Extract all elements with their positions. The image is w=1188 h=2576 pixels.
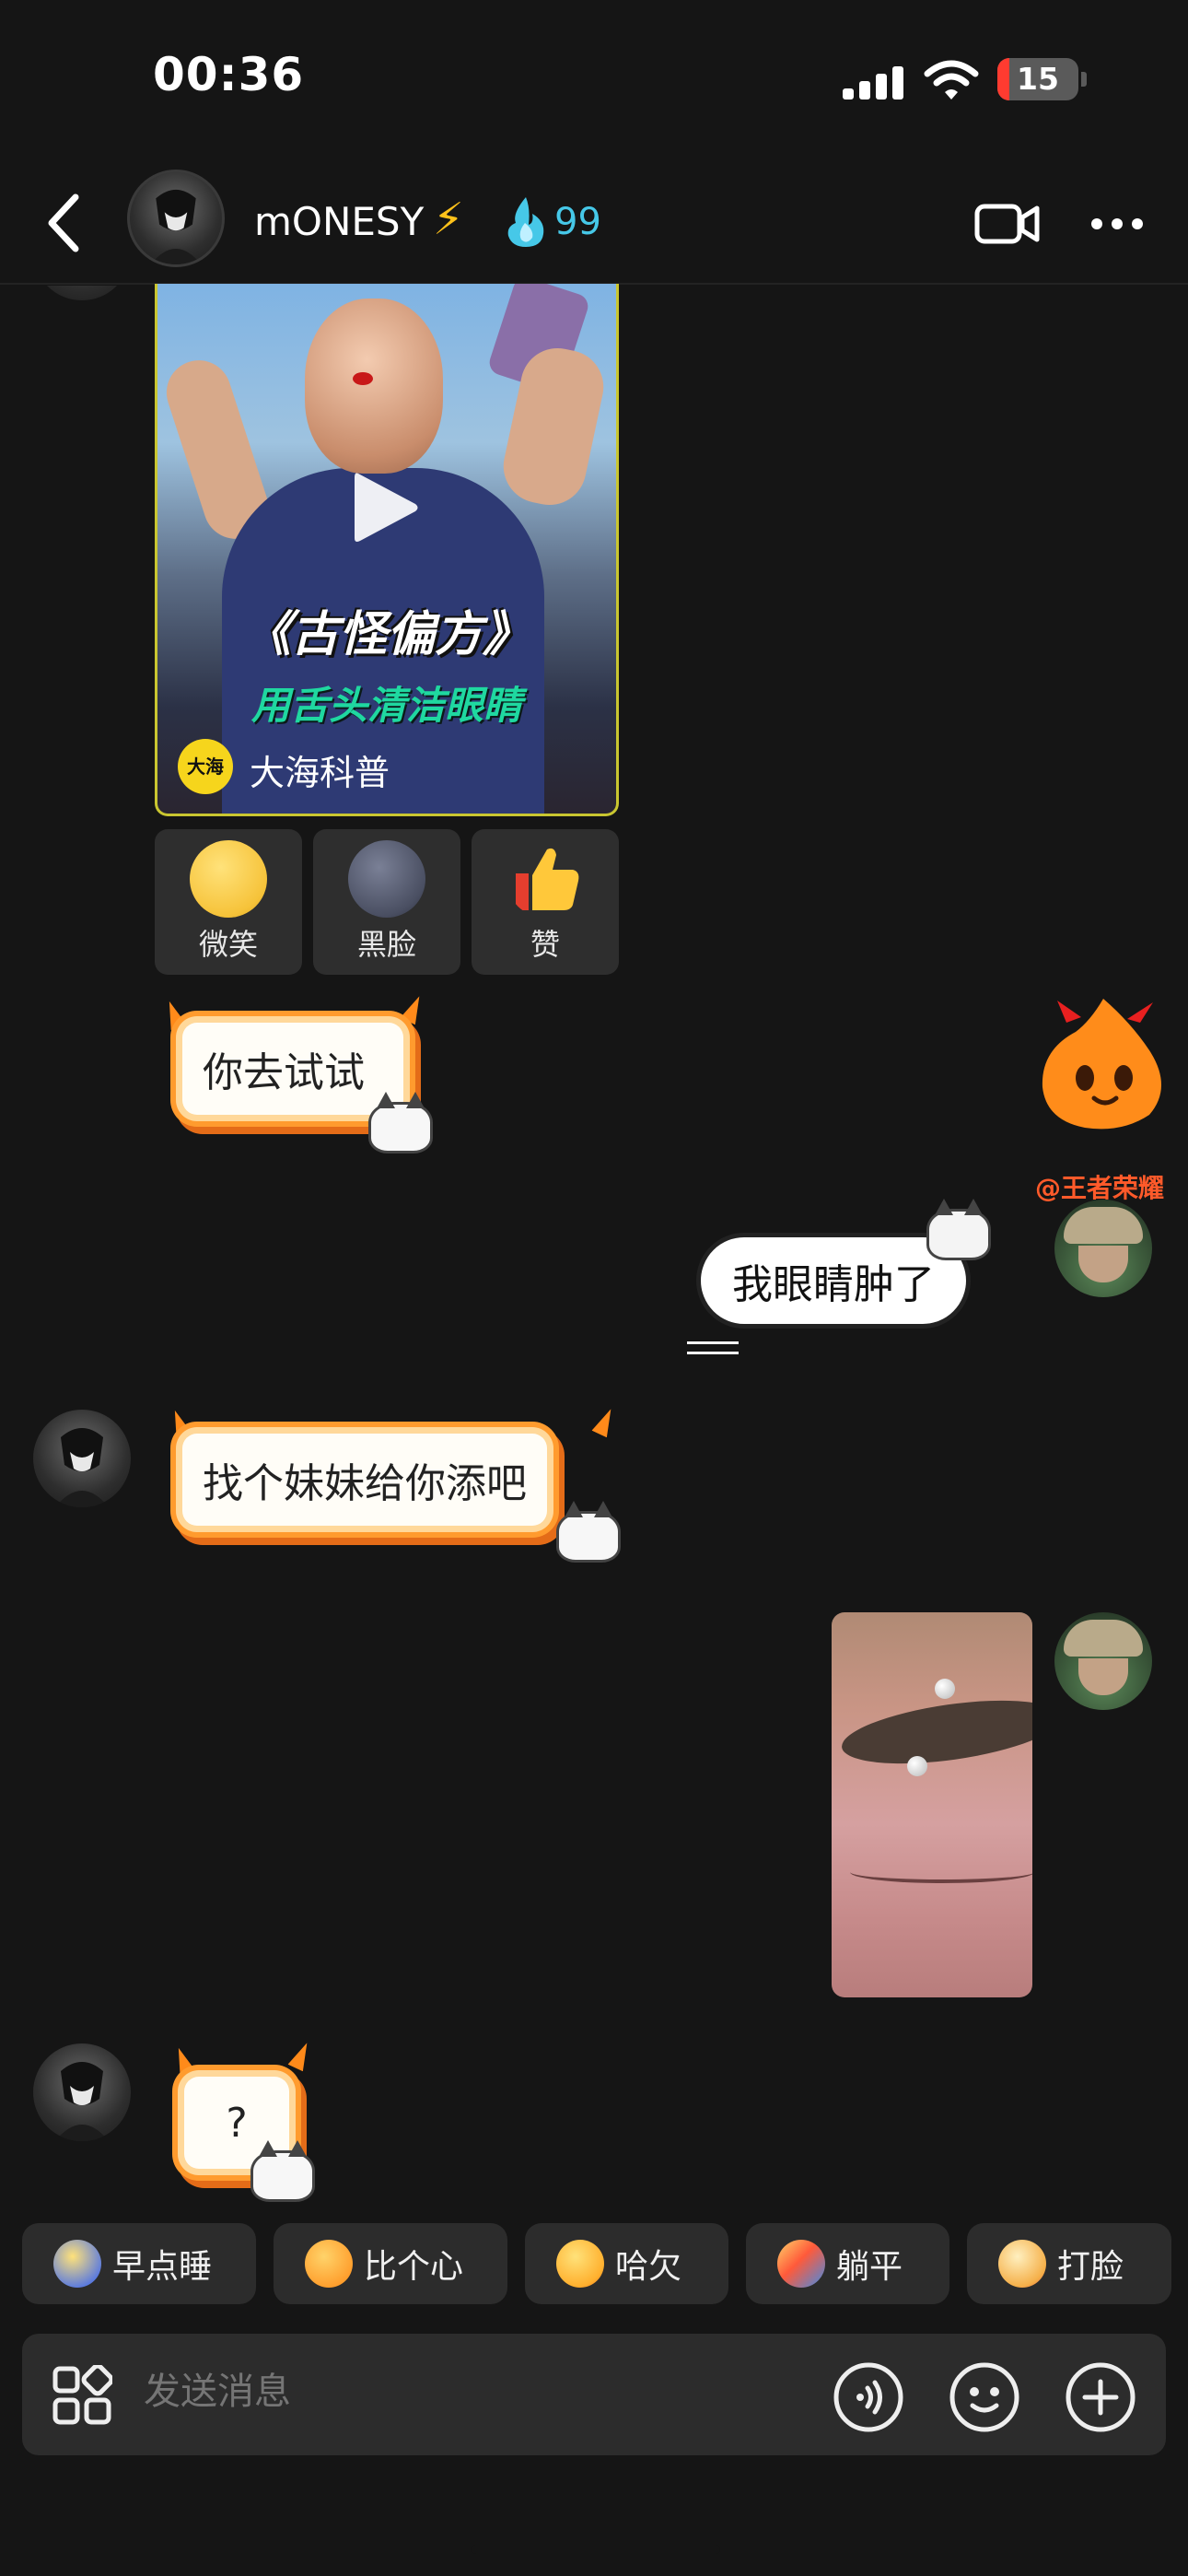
quick-reply-sleep-early[interactable]: 早点睡	[22, 2223, 256, 2304]
more-options-icon[interactable]	[1090, 217, 1144, 230]
contact-avatar[interactable]	[33, 1410, 131, 1507]
apps-grid-icon[interactable]	[52, 2365, 112, 2426]
flame-spark-decoration	[161, 999, 186, 1030]
voice-input-icon[interactable]	[833, 2361, 904, 2433]
message-composer	[22, 2334, 1166, 2455]
message-text: 找个妹妹给你添吧	[203, 1460, 527, 1507]
face-slap-emoji-icon	[998, 2240, 1046, 2288]
video-call-icon[interactable]	[974, 201, 1041, 247]
quick-reply-label: 躺平	[836, 2248, 903, 2286]
avatar-figure-icon	[150, 189, 202, 264]
battery-cap	[1081, 72, 1087, 87]
video-title: 《古怪偏方》	[242, 607, 530, 662]
avatar-figure-icon	[55, 1428, 109, 1507]
video-thumbnail-head	[305, 299, 443, 474]
flame-spark-decoration	[288, 2040, 315, 2072]
sleep-emoji-icon	[53, 2240, 101, 2288]
avatar-figure-icon	[55, 2062, 109, 2141]
reaction-label: 微笑	[198, 927, 258, 962]
reaction-black-face[interactable]: 黑脸	[313, 829, 460, 975]
message-text: 你去试试	[203, 1049, 365, 1096]
cat-sticker-decoration	[556, 1501, 621, 1563]
flame-spark-decoration	[592, 1406, 619, 1438]
message-bubble-received[interactable]: 找个妹妹给你添吧	[182, 1434, 547, 1526]
cat-sticker-decoration	[250, 2140, 315, 2202]
video-subtitle: 用舌头清洁眼睛	[250, 683, 522, 728]
quick-reply-label: 早点睡	[112, 2248, 213, 2286]
photo-piercing	[935, 1679, 955, 1699]
message-text: ?	[226, 2099, 248, 2147]
lie-flat-emoji-icon	[777, 2240, 825, 2288]
message-text: 我眼睛肿了	[732, 1261, 935, 1308]
message-input[interactable]	[144, 2371, 788, 2413]
video-thumbnail-eye	[353, 372, 373, 385]
quick-reply-heart[interactable]: 比个心	[274, 2223, 507, 2304]
flame-spark-decoration	[401, 993, 427, 1025]
underline-decoration	[687, 1341, 739, 1354]
photo-eyelid	[850, 1861, 1032, 1883]
play-icon[interactable]	[351, 468, 421, 547]
sent-photo[interactable]	[832, 1612, 1032, 1997]
quick-reply-label: 比个心	[364, 2248, 464, 2286]
flame-spark-decoration	[167, 1408, 192, 1439]
reaction-thumbs-up[interactable]: 赞	[472, 829, 619, 975]
photo-piercing	[907, 1756, 927, 1776]
video-author-logo: 大海	[178, 739, 233, 794]
bolt-icon: ⚡	[433, 193, 464, 245]
yawn-emoji-icon	[556, 2240, 604, 2288]
battery-indicator: 15	[997, 58, 1078, 100]
battery-level: 15	[1017, 61, 1059, 97]
plus-icon[interactable]	[1065, 2361, 1136, 2433]
streak-count: 99	[554, 201, 601, 243]
cat-sticker-decoration	[368, 1092, 433, 1153]
flame-spark-decoration	[170, 2045, 195, 2077]
emoji-picker-icon[interactable]	[949, 2361, 1020, 2433]
streak-fire-icon	[507, 197, 544, 247]
thumbs-up-icon	[516, 848, 579, 910]
reaction-label: 赞	[530, 927, 560, 962]
home-indicator	[472, 2545, 720, 2554]
contact-avatar[interactable]	[127, 170, 225, 267]
quick-reply-label: 打脸	[1057, 2248, 1124, 2286]
cat-sticker-decoration	[926, 1199, 991, 1260]
heart-hands-emoji-icon	[305, 2240, 353, 2288]
video-author-name: 大海科普	[250, 753, 390, 793]
contact-name[interactable]: mONESY	[254, 199, 424, 244]
quick-reply-lie-flat[interactable]: 躺平	[746, 2223, 949, 2304]
my-avatar[interactable]	[1054, 1200, 1152, 1297]
quick-reply-label: 哈欠	[615, 2248, 682, 2286]
status-time: 00:36	[153, 48, 305, 101]
mascot-sticker-icon	[1042, 999, 1161, 1130]
reaction-label: 黑脸	[356, 927, 416, 962]
wifi-icon	[924, 60, 979, 100]
reaction-smile[interactable]: 微笑	[155, 829, 302, 975]
quick-reply-yawn[interactable]: 哈欠	[525, 2223, 728, 2304]
message-bubble-received[interactable]: 你去试试	[182, 1023, 403, 1115]
back-icon[interactable]	[41, 190, 87, 256]
my-avatar[interactable]	[1054, 1612, 1152, 1710]
shared-video-card[interactable]: 《古怪偏方》 用舌头清洁眼睛 大海 大海科普	[155, 284, 619, 816]
quick-reply-face-slap[interactable]: 打脸	[967, 2223, 1171, 2304]
cellular-signal-icon	[843, 61, 905, 100]
smile-emoji-icon	[190, 840, 267, 918]
photo-eyebrow	[837, 1689, 1032, 1775]
contact-avatar[interactable]	[33, 2043, 131, 2141]
black-face-emoji-icon	[348, 840, 425, 918]
